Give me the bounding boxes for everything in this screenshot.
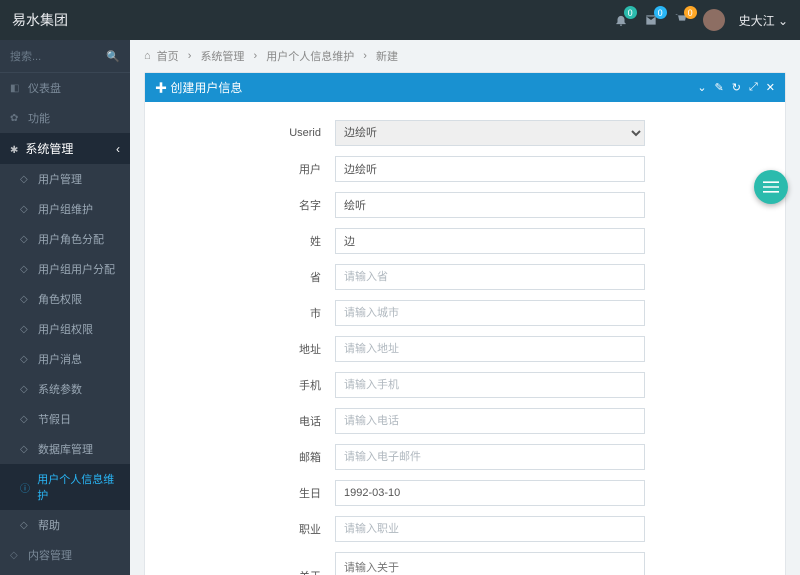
sidebar-item-usergroup[interactable]: ◇用户组维护 xyxy=(0,194,130,224)
database-icon: ◇ xyxy=(20,444,32,455)
label-city: 市 xyxy=(175,305,335,321)
crumb-new: 新建 xyxy=(376,48,398,64)
sidebar-company-mgmt[interactable]: ◇公司管理 xyxy=(0,570,130,575)
brand: 易水集团 xyxy=(12,10,68,30)
cart-icon[interactable]: 0 xyxy=(673,12,689,28)
chevron-left-icon: ‹ xyxy=(116,142,120,156)
user-name-label[interactable]: 史大江 ⌄ xyxy=(739,12,788,29)
crumb-home[interactable]: 首页 xyxy=(157,48,179,64)
msg-icon: ◇ xyxy=(20,354,32,365)
plus-icon: ✚ xyxy=(155,81,167,95)
label-about: 关于 xyxy=(175,568,335,575)
province-input[interactable] xyxy=(335,264,645,290)
floating-menu-button[interactable] xyxy=(754,170,788,204)
home-icon: ⌂ xyxy=(144,50,151,62)
avatar[interactable] xyxy=(703,9,725,31)
refresh-tool-icon[interactable]: ↻ xyxy=(732,81,741,94)
dashboard-icon: ◧ xyxy=(10,83,22,94)
mail-icon[interactable]: 0 xyxy=(643,12,659,28)
sidebar-item-db[interactable]: ◇数据库管理 xyxy=(0,434,130,464)
sidebar-item-user-mgmt[interactable]: ◇用户管理 xyxy=(0,164,130,194)
chevron-down-icon: ⌄ xyxy=(778,14,788,28)
breadcrumb: ⌂ 首页 › 系统管理 › 用户个人信息维护 › 新建 xyxy=(130,40,800,72)
surname-input[interactable] xyxy=(335,228,645,254)
doc-icon: ◇ xyxy=(10,550,22,561)
about-textarea[interactable] xyxy=(335,552,645,575)
panel-title: 创建用户信息 xyxy=(170,81,242,95)
occupation-input[interactable] xyxy=(335,516,645,542)
fullscreen-tool-icon[interactable]: ⤢ xyxy=(749,81,758,94)
help-icon: ◇ xyxy=(20,520,32,531)
crumb-sys[interactable]: 系统管理 xyxy=(200,48,244,64)
sidebar-item-help[interactable]: ◇帮助 xyxy=(0,510,130,540)
label-user: 用户 xyxy=(175,161,335,177)
users-icon: ◇ xyxy=(20,204,32,215)
flag-icon: ◇ xyxy=(20,294,32,305)
sidebar-search[interactable]: 搜索... 🔍 xyxy=(0,40,130,73)
sidebar-item-role-perm[interactable]: ◇角色权限 xyxy=(0,284,130,314)
search-icon: 🔍 xyxy=(106,50,120,63)
sidebar-item-sys-params[interactable]: ◇系统参数 xyxy=(0,374,130,404)
city-input[interactable] xyxy=(335,300,645,326)
label-mobile: 手机 xyxy=(175,377,335,393)
flag-icon: ◇ xyxy=(20,264,32,275)
label-province: 省 xyxy=(175,269,335,285)
label-occupation: 职业 xyxy=(175,521,335,537)
label-name: 名字 xyxy=(175,197,335,213)
panel-header: ✚ 创建用户信息 ⌄ ✎ ↻ ⤢ ✕ xyxy=(145,73,785,102)
crumb-profile[interactable]: 用户个人信息维护 xyxy=(266,48,354,64)
main-content: ⌂ 首页 › 系统管理 › 用户个人信息维护 › 新建 ✚ 创建用户信息 ⌄ ✎… xyxy=(130,40,800,575)
label-phone: 电话 xyxy=(175,413,335,429)
badge-count-3: 0 xyxy=(684,6,697,19)
userid-select[interactable]: 边绘听 xyxy=(335,120,645,146)
phone-input[interactable] xyxy=(335,408,645,434)
name-input[interactable] xyxy=(335,192,645,218)
label-birthday: 生日 xyxy=(175,485,335,501)
sidebar-item-usergroup-user[interactable]: ◇用户组用户分配 xyxy=(0,254,130,284)
hamburger-icon xyxy=(763,181,779,193)
user-input[interactable] xyxy=(335,156,645,182)
bell-icon[interactable]: 0 xyxy=(613,12,629,28)
calendar-icon: ◇ xyxy=(20,414,32,425)
wrench-tool-icon[interactable]: ✎ xyxy=(715,81,724,94)
birthday-input[interactable] xyxy=(335,480,645,506)
address-input[interactable] xyxy=(335,336,645,362)
form-panel: ✚ 创建用户信息 ⌄ ✎ ↻ ⤢ ✕ Userid 边绘听 用户 xyxy=(144,72,786,575)
sidebar-dashboard[interactable]: ◧仪表盘 xyxy=(0,73,130,103)
label-surname: 姓 xyxy=(175,233,335,249)
gear-icon: ✿ xyxy=(10,113,22,124)
close-tool-icon[interactable]: ✕ xyxy=(766,81,775,94)
email-input[interactable] xyxy=(335,444,645,470)
label-userid: Userid xyxy=(175,127,335,139)
label-address: 地址 xyxy=(175,341,335,357)
badge-count-2: 0 xyxy=(654,6,667,19)
sidebar: 搜索... 🔍 ◧仪表盘 ✿功能 ✱ 系统管理 ‹ ◇用户管理 ◇用户组维护 ◇… xyxy=(0,40,130,575)
user-icon: ◇ xyxy=(20,174,32,185)
sidebar-item-user-msg[interactable]: ◇用户消息 xyxy=(0,344,130,374)
mobile-input[interactable] xyxy=(335,372,645,398)
chevron-down-tool-icon[interactable]: ⌄ xyxy=(697,81,706,94)
sidebar-system-management[interactable]: ✱ 系统管理 ‹ xyxy=(0,133,130,164)
badge-count-1: 0 xyxy=(624,6,637,19)
sidebar-item-user-profile[interactable]: ⓘ用户个人信息维护 xyxy=(0,464,130,510)
cog-icon: ◇ xyxy=(20,384,32,395)
lock-icon: ◇ xyxy=(20,324,32,335)
flag-icon: ◇ xyxy=(20,234,32,245)
app-header: 易水集团 0 0 0 史大江 ⌄ xyxy=(0,0,800,40)
sidebar-item-usergroup-perm[interactable]: ◇用户组权限 xyxy=(0,314,130,344)
sidebar-item-holiday[interactable]: ◇节假日 xyxy=(0,404,130,434)
info-icon: ⓘ xyxy=(20,480,31,495)
share-icon: ✱ xyxy=(10,145,22,156)
sidebar-item-user-role[interactable]: ◇用户角色分配 xyxy=(0,224,130,254)
sidebar-features-header: ✿功能 xyxy=(0,103,130,133)
sidebar-content-mgmt[interactable]: ◇内容管理 xyxy=(0,540,130,570)
label-email: 邮箱 xyxy=(175,449,335,465)
search-placeholder: 搜索... xyxy=(10,48,41,64)
